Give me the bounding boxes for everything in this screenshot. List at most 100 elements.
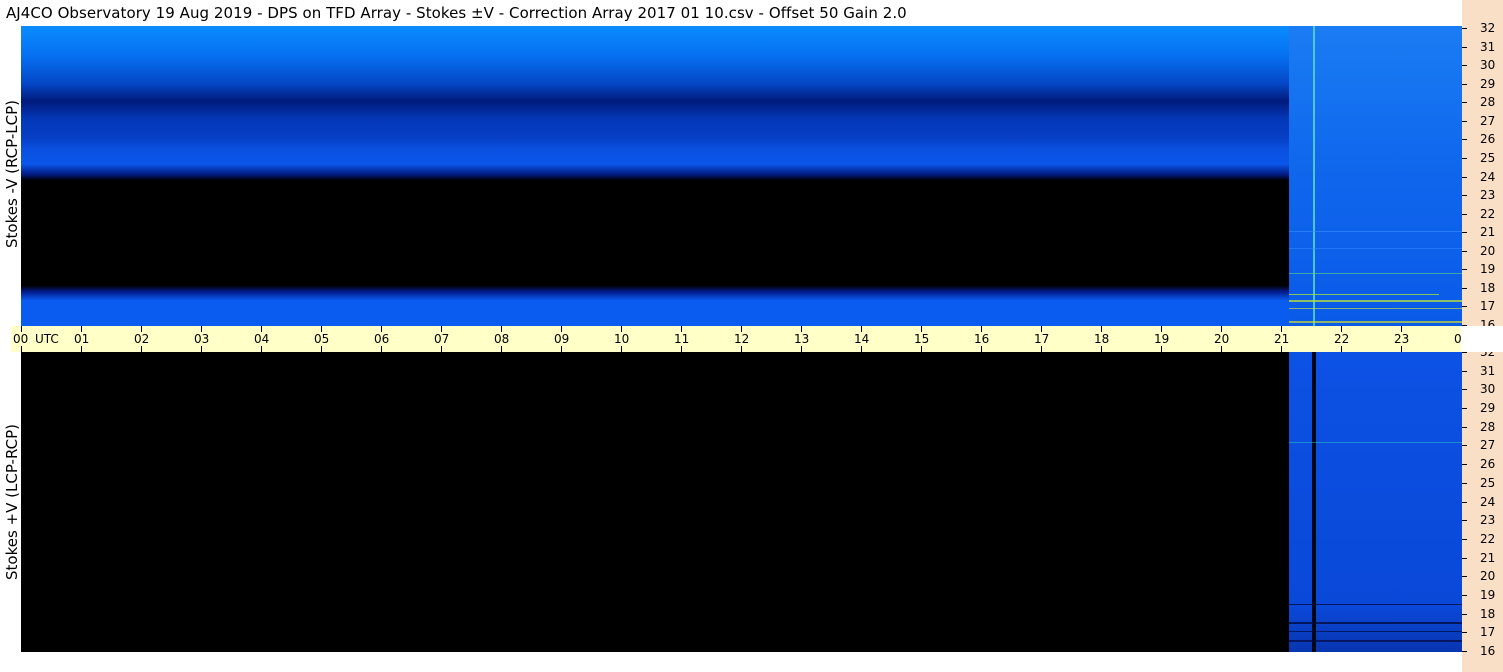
- top-panel-label: Stokes -V (RCP-LCP): [3, 100, 21, 248]
- frequency-tick-label: 24: [1480, 170, 1496, 184]
- utc-tick-label: 14: [854, 332, 870, 346]
- frequency-tick-mark: [1462, 651, 1467, 652]
- utc-tick-label: 12: [734, 332, 750, 346]
- frequency-tick-mark: [1462, 195, 1467, 196]
- frequency-tick-label: 21: [1480, 225, 1496, 239]
- spectrogram-bottom-panel: [21, 352, 1462, 652]
- spectrogram-top-panel: [21, 26, 1462, 326]
- frequency-tick-mark: [1462, 288, 1467, 289]
- frequency-tick-mark: [1462, 389, 1467, 390]
- spectrogram-top-image: [21, 26, 1462, 326]
- frequency-tick-mark: [1462, 520, 1467, 521]
- frequency-tick-label: 19: [1480, 588, 1496, 602]
- utc-tick-label: 17: [1034, 332, 1050, 346]
- frequency-tick-mark: [1462, 325, 1467, 326]
- frequency-tick-mark: [1462, 102, 1467, 103]
- utc-unit-label: UTC: [35, 332, 59, 346]
- frequency-axis-bottom: 32 31 30 29 28 27 26 25 24 23 22 21 20 19 18 17 16: [1462, 352, 1503, 672]
- frequency-tick-mark: [1462, 65, 1467, 66]
- frequency-tick-label: 32: [1480, 352, 1496, 359]
- utc-tick-label: 01: [74, 332, 90, 346]
- frequency-tick-label: 27: [1480, 438, 1496, 452]
- frequency-tick-label: 21: [1480, 551, 1496, 565]
- frequency-tick-mark: [1462, 427, 1467, 428]
- frequency-tick-label: 23: [1480, 513, 1496, 527]
- utc-tick-label: 02: [134, 332, 150, 346]
- frequency-tick-mark: [1462, 177, 1467, 178]
- frequency-tick-mark: [1462, 595, 1467, 596]
- frequency-tick-mark: [1462, 352, 1467, 353]
- spectrogram-bottom-image: [1289, 352, 1462, 652]
- frequency-tick-mark: [1462, 139, 1467, 140]
- utc-tick-label: 03: [194, 332, 210, 346]
- utc-tick-label: 15: [914, 332, 930, 346]
- frequency-tick-mark: [1462, 269, 1467, 270]
- utc-tick-label: 00: [13, 332, 29, 346]
- frequency-tick-label: 25: [1480, 151, 1496, 165]
- frequency-tick-mark: [1462, 158, 1467, 159]
- frequency-tick-label: 30: [1480, 382, 1496, 396]
- utc-tick-label: 04: [254, 332, 270, 346]
- frequency-tick-mark: [1462, 408, 1467, 409]
- frequency-tick-label: 26: [1480, 132, 1496, 146]
- frequency-tick-label: 30: [1480, 58, 1496, 72]
- frequency-tick-label: 28: [1480, 95, 1496, 109]
- frequency-tick-label: 18: [1480, 607, 1496, 621]
- frequency-tick-mark: [1462, 232, 1467, 233]
- frequency-tick-label: 17: [1480, 299, 1496, 313]
- frequency-tick-mark: [1462, 84, 1467, 85]
- frequency-tick-label: 32: [1480, 21, 1496, 35]
- frequency-tick-label: 26: [1480, 457, 1496, 471]
- utc-tick-label: 18: [1094, 332, 1110, 346]
- utc-tick-label: 22: [1334, 332, 1350, 346]
- frequency-tick-mark: [1462, 214, 1467, 215]
- utc-tick-label: 05: [314, 332, 330, 346]
- frequency-tick-mark: [1462, 614, 1467, 615]
- frequency-tick-label: 29: [1480, 401, 1496, 415]
- bottom-panel-label: Stokes +V (LCP-RCP): [3, 424, 21, 580]
- frequency-tick-mark: [1462, 251, 1467, 252]
- utc-tick-label: 10: [614, 332, 630, 346]
- frequency-tick-mark: [1462, 483, 1467, 484]
- frequency-tick-label: 29: [1480, 77, 1496, 91]
- frequency-tick-label: 16: [1480, 318, 1496, 326]
- utc-tick-label: 11: [674, 332, 690, 346]
- frequency-tick-label: 19: [1480, 262, 1496, 276]
- utc-tick-label: 00: [1454, 332, 1461, 346]
- utc-tick-label: 16: [974, 332, 990, 346]
- frequency-tick-mark: [1462, 121, 1467, 122]
- utc-tick-label: 08: [494, 332, 510, 346]
- frequency-axis-top: 32 31 30 29 28 27 26 25 24 23 22 21 20 19 18 17 16: [1462, 0, 1503, 326]
- frequency-tick-mark: [1462, 28, 1467, 29]
- utc-tick-label: 09: [554, 332, 570, 346]
- frequency-tick-label: 17: [1480, 625, 1496, 639]
- utc-tick-label: 21: [1274, 332, 1290, 346]
- frequency-tick-mark: [1462, 502, 1467, 503]
- frequency-tick-mark: [1462, 539, 1467, 540]
- utc-tick-label: 06: [374, 332, 390, 346]
- frequency-tick-mark: [1462, 632, 1467, 633]
- frequency-tick-label: 31: [1480, 364, 1496, 378]
- frequency-tick-label: 20: [1480, 569, 1496, 583]
- frequency-tick-label: 18: [1480, 281, 1496, 295]
- frequency-tick-label: 28: [1480, 420, 1496, 434]
- utc-tick-label: 23: [1394, 332, 1410, 346]
- frequency-tick-label: 25: [1480, 476, 1496, 490]
- utc-tick-label: 20: [1214, 332, 1230, 346]
- utc-tick-label: 19: [1154, 332, 1170, 346]
- frequency-tick-mark: [1462, 371, 1467, 372]
- frequency-tick-label: 27: [1480, 114, 1496, 128]
- frequency-tick-label: 23: [1480, 188, 1496, 202]
- frequency-tick-label: 16: [1480, 644, 1496, 658]
- utc-tick-label: 13: [794, 332, 810, 346]
- time-axis: 00 01 02 03 04 05 06 07 08 09 10 11 12 13 14 15 16 17 18 19…: [11, 326, 1461, 352]
- frequency-tick-mark: [1462, 558, 1467, 559]
- frequency-tick-label: 22: [1480, 532, 1496, 546]
- frequency-tick-label: 24: [1480, 495, 1496, 509]
- frequency-tick-mark: [1462, 576, 1467, 577]
- frequency-tick-mark: [1462, 445, 1467, 446]
- frequency-tick-mark: [1462, 47, 1467, 48]
- frequency-tick-label: 20: [1480, 244, 1496, 258]
- frequency-tick-mark: [1462, 464, 1467, 465]
- frequency-tick-label: 22: [1480, 207, 1496, 221]
